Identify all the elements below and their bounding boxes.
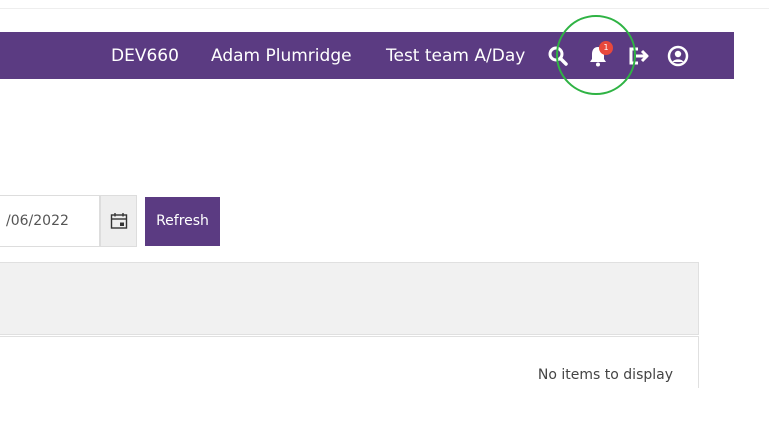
user-name-link[interactable]: Adam Plumridge [211,46,352,66]
top-divider [0,8,769,9]
environment-label[interactable]: DEV660 [111,46,179,66]
empty-grid-message: No items to display [537,367,673,383]
refresh-button[interactable]: Refresh [145,197,220,246]
date-input[interactable]: /06/2022 [0,195,100,247]
calendar-icon [110,213,128,229]
calendar-button[interactable] [100,195,137,247]
team-selector[interactable]: Test team A/Day [386,46,525,66]
grid-body: No items to display [0,336,699,388]
grid-header [0,262,699,335]
search-icon[interactable] [546,44,570,68]
logout-icon[interactable] [626,44,650,68]
notification-count-badge: 1 [599,41,613,55]
top-navbar: DEV660 Adam Plumridge Test team A/Day 1 [0,32,734,79]
notifications-bell-icon[interactable]: 1 [586,41,613,68]
user-profile-icon[interactable] [666,44,690,68]
